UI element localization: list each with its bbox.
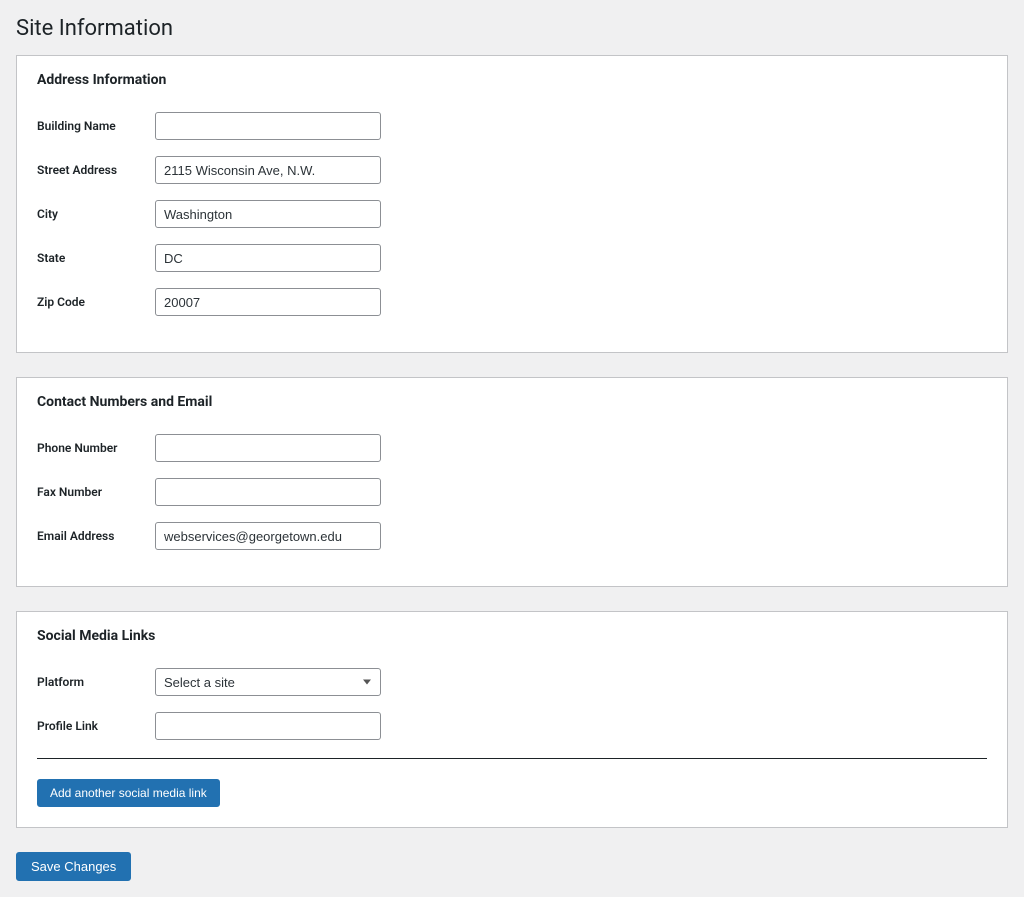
fax-row: Fax Number [37,478,987,506]
zip-label: Zip Code [37,295,155,309]
zip-input[interactable] [155,288,381,316]
street-address-input[interactable] [155,156,381,184]
city-input[interactable] [155,200,381,228]
state-row: State [37,244,987,272]
social-divider [37,758,987,759]
social-panel: Social Media Links Platform Select a sit… [16,611,1008,828]
phone-input[interactable] [155,434,381,462]
zip-row: Zip Code [37,288,987,316]
email-input[interactable] [155,522,381,550]
state-label: State [37,251,155,265]
address-heading: Address Information [37,72,987,88]
contact-heading: Contact Numbers and Email [37,394,987,410]
fax-label: Fax Number [37,485,155,499]
social-heading: Social Media Links [37,628,987,644]
phone-label: Phone Number [37,441,155,455]
profile-link-label: Profile Link [37,719,155,733]
platform-select[interactable]: Select a site [155,668,381,696]
profile-link-row: Profile Link [37,712,987,740]
building-name-label: Building Name [37,119,155,133]
street-address-label: Street Address [37,163,155,177]
fax-input[interactable] [155,478,381,506]
email-label: Email Address [37,529,155,543]
phone-row: Phone Number [37,434,987,462]
save-changes-button[interactable]: Save Changes [16,852,131,881]
building-name-input[interactable] [155,112,381,140]
platform-select-wrap: Select a site [155,668,381,696]
contact-panel: Contact Numbers and Email Phone Number F… [16,377,1008,587]
city-row: City [37,200,987,228]
platform-label: Platform [37,675,155,689]
state-input[interactable] [155,244,381,272]
platform-row: Platform Select a site [37,668,987,696]
address-panel: Address Information Building Name Street… [16,55,1008,353]
profile-link-input[interactable] [155,712,381,740]
street-address-row: Street Address [37,156,987,184]
email-row: Email Address [37,522,987,550]
building-name-row: Building Name [37,112,987,140]
page-title: Site Information [16,16,1008,41]
add-social-link-button[interactable]: Add another social media link [37,779,220,807]
city-label: City [37,207,155,221]
